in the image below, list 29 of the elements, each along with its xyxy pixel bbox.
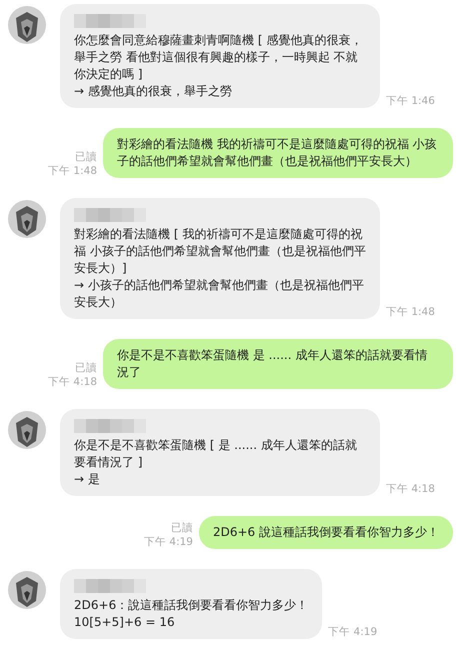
message-text: → 感覺他真的很衰，舉手之勞 (74, 83, 233, 100)
avatar-icon (8, 571, 46, 609)
blurred-name (74, 14, 146, 28)
avatar-icon (8, 6, 46, 44)
read-receipt: 已讀 (75, 361, 97, 375)
avatar-icon (8, 411, 46, 449)
message-text: 2D6+6：說這種話我倒要看看你智力多少！ (74, 597, 308, 614)
message-text: → 小孩子的話他們希望就會幫他們畫（也是祝福他們平安長大） (74, 277, 365, 311)
message-time: 下午 4:19 (144, 535, 193, 549)
message-text: 你怎麼會同意給穆薩畫刺青啊隨機 [ 感覺他真的很衰，舉手之勞 看他對這個很有興趣的樣子，一時興起 不就你決定的嗎 ] (74, 32, 364, 83)
message-text: 10[5+5]+6 = 16 (74, 614, 176, 631)
message-time: 下午 1:48 (386, 305, 435, 319)
message-time: 下午 4:18 (386, 482, 435, 496)
message-time: 下午 1:48 (48, 164, 97, 178)
message-text: → 是 (74, 471, 101, 488)
message-time: 下午 1:46 (386, 94, 435, 108)
message-time: 下午 4:18 (48, 375, 97, 389)
message-text: 你是不是不喜歡笨蛋隨機 [ 是 ...... 成年人還笨的話就要看情況了 ] (74, 437, 358, 471)
blurred-name (74, 208, 146, 222)
blurred-name (74, 419, 146, 433)
read-receipt: 已讀 (170, 521, 193, 535)
message-time: 下午 4:19 (328, 625, 378, 639)
avatar-icon (8, 200, 46, 238)
blurred-name (74, 579, 146, 593)
message-text: 對彩繪的看法隨機 我的祈禱可不是這麼隨處可得的祝福 小孩子的話他們希望就會幫他們畫（也是祝福他們平安長大） (117, 136, 438, 170)
message-text: 對彩繪的看法隨機 [ 我的祈禱可不是這麼隨處可得的祝福 小孩子的話他們希望就會幫他們畫（也是祝福他們平安長大）] (74, 226, 366, 277)
message-text: 2D6+6 說這種話我倒要看看你智力多少！ (212, 524, 439, 541)
read-receipt: 已讀 (75, 150, 97, 164)
message-text: 你是不是不喜歡笨蛋隨機 是 ...... 成年人還笨的話就要看情況了 (117, 347, 428, 381)
